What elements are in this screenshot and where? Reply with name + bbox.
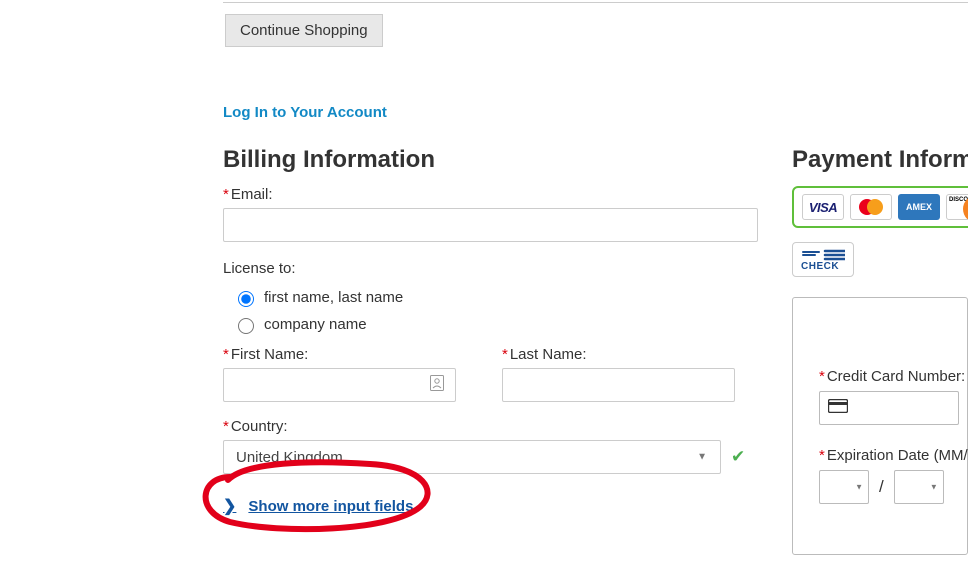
check-label: CHECK [801, 262, 839, 272]
show-more-label: Show more input fields [248, 498, 413, 515]
credit-card-icon [828, 399, 848, 417]
required-asterisk: * [223, 186, 229, 203]
expiration-label: *Expiration Date (MM/YYYY): [819, 447, 949, 464]
required-asterisk: * [223, 418, 229, 435]
payment-method-check[interactable]: CHECK [792, 242, 854, 277]
country-label: *Country: [223, 418, 288, 435]
billing-section: Billing Information *Email: License to: … [223, 146, 758, 516]
first-name-input[interactable] [223, 368, 456, 402]
last-name-label: *Last Name: [502, 346, 587, 363]
payment-section: Payment Information VISA AMEX DISCOVER [792, 146, 968, 555]
visa-icon: VISA [802, 194, 844, 220]
discover-icon: DISCOVER [946, 194, 968, 220]
first-name-label: *First Name: [223, 346, 308, 363]
license-personal-label: first name, last name [264, 289, 403, 306]
amex-icon: AMEX [898, 194, 940, 220]
billing-title: Billing Information [223, 146, 758, 174]
payment-title: Payment Information [792, 146, 968, 174]
continue-shopping-button[interactable]: Continue Shopping [225, 14, 383, 47]
required-asterisk: * [223, 346, 229, 363]
required-asterisk: * [819, 447, 825, 464]
payment-method-cards[interactable]: VISA AMEX DISCOVER [792, 186, 968, 228]
mastercard-icon [850, 194, 892, 220]
country-select[interactable]: United Kingdom [223, 440, 721, 474]
required-asterisk: * [502, 346, 508, 363]
card-details-panel: *Credit Card Number: *Expiration Date (M… [792, 297, 968, 555]
email-input[interactable] [223, 208, 758, 242]
chevron-right-icon: ❯ [223, 496, 236, 516]
exp-separator: / [879, 477, 884, 497]
license-personal-radio[interactable] [238, 291, 254, 307]
email-label: *Email: [223, 186, 273, 203]
check-icon-graphic [801, 248, 845, 262]
required-asterisk: * [819, 368, 825, 385]
last-name-input[interactable] [502, 368, 735, 402]
cc-number-label: *Credit Card Number: [819, 368, 949, 385]
top-divider [223, 2, 968, 3]
license-company-radio[interactable] [238, 318, 254, 334]
check-icon: ✔ [731, 447, 745, 467]
license-company-label: company name [264, 316, 367, 333]
exp-month-select[interactable] [819, 470, 869, 504]
login-link[interactable]: Log In to Your Account [223, 104, 387, 121]
exp-year-select[interactable] [894, 470, 944, 504]
show-more-fields-toggle[interactable]: ❯ Show more input fields [223, 496, 413, 516]
license-label: License to: [223, 260, 296, 277]
